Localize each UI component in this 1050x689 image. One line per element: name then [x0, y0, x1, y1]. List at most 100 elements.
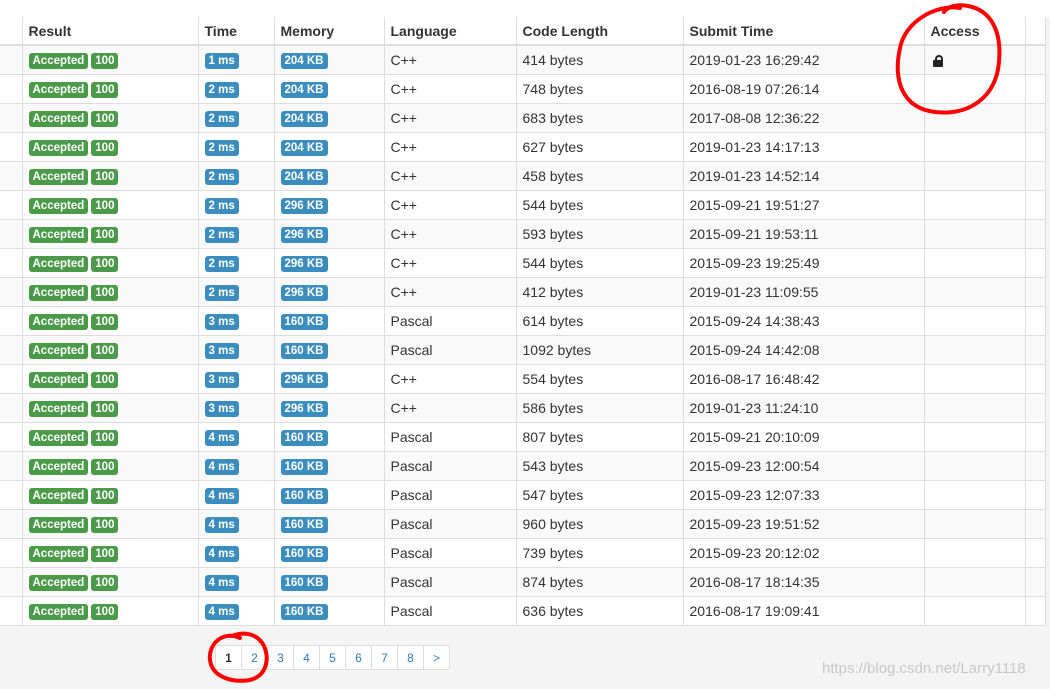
score-label: 100 — [91, 169, 119, 185]
language-cell: Pascal — [384, 596, 517, 626]
result-label[interactable]: Accepted — [28, 372, 89, 388]
result-label[interactable]: Accepted — [28, 604, 89, 620]
row-spacer — [0, 393, 23, 423]
submit-time-cell: 2015-09-23 12:07:33 — [683, 480, 925, 510]
table-row: Accepted 100 4 ms 160 KB Pascal 874 bytes 2016… — [0, 567, 1046, 597]
result-label[interactable]: Accepted — [28, 256, 89, 272]
time-label: 4 ms — [204, 604, 239, 620]
row-spacer-right — [1025, 596, 1046, 626]
access-cell — [924, 248, 1026, 278]
row-spacer — [0, 451, 23, 481]
language-cell: C++ — [384, 277, 517, 307]
header-result[interactable]: Result — [22, 17, 199, 46]
row-spacer — [0, 422, 23, 452]
header-time[interactable]: Time — [198, 17, 275, 46]
header-language[interactable]: Language — [384, 17, 517, 46]
score-label: 100 — [91, 198, 119, 214]
result-label[interactable]: Accepted — [28, 488, 89, 504]
result-label[interactable]: Accepted — [28, 401, 89, 417]
result-label[interactable]: Accepted — [28, 198, 89, 214]
result-label[interactable]: Accepted — [28, 546, 89, 562]
page-button-7[interactable]: 7 — [371, 645, 398, 670]
submit-time-cell: 2015-09-23 19:51:52 — [683, 509, 925, 539]
time-label: 2 ms — [204, 256, 239, 272]
result-cell: Accepted 100 — [22, 567, 199, 597]
row-spacer — [0, 161, 23, 191]
table-row: Accepted 100 2 ms 204 KB C++ 748 bytes 2016-08… — [0, 74, 1046, 104]
result-label[interactable]: Accepted — [28, 517, 89, 533]
row-spacer-right — [1025, 132, 1046, 162]
language-cell: Pascal — [384, 538, 517, 568]
result-label[interactable]: Accepted — [28, 459, 89, 475]
page-button-8[interactable]: 8 — [397, 645, 424, 670]
page-button-4[interactable]: 4 — [293, 645, 320, 670]
header-memory[interactable]: Memory — [274, 17, 385, 46]
submit-time-cell: 2015-09-21 19:53:11 — [683, 219, 925, 249]
lock-icon[interactable] — [932, 54, 943, 68]
result-label[interactable]: Accepted — [28, 575, 89, 591]
table-row: Accepted 100 4 ms 160 KB Pascal 547 bytes 2015… — [0, 480, 1046, 510]
submit-time-cell: 2015-09-21 20:10:09 — [683, 422, 925, 452]
code-length-cell: 748 bytes — [516, 74, 684, 104]
code-length-cell: 458 bytes — [516, 161, 684, 191]
access-cell — [924, 393, 1026, 423]
page-button-6[interactable]: 6 — [345, 645, 372, 670]
memory-label: 204 KB — [280, 82, 328, 98]
next-page-button[interactable]: > — [423, 645, 450, 670]
score-label: 100 — [91, 372, 119, 388]
result-label[interactable]: Accepted — [28, 169, 89, 185]
result-label[interactable]: Accepted — [28, 285, 89, 301]
access-cell — [924, 538, 1026, 568]
table-row: Accepted 100 2 ms 204 KB C++ 627 bytes 2019-01… — [0, 132, 1046, 162]
memory-label: 204 KB — [280, 140, 328, 156]
row-spacer-right — [1025, 190, 1046, 220]
memory-label: 296 KB — [280, 227, 328, 243]
page-button-1[interactable]: 1 — [215, 645, 242, 670]
submit-time-cell: 2015-09-23 12:00:54 — [683, 451, 925, 481]
score-label: 100 — [91, 314, 119, 330]
page-button-2[interactable]: 2 — [241, 645, 268, 670]
time-cell: 3 ms — [198, 306, 275, 336]
submit-time-cell: 2017-08-08 12:36:22 — [683, 103, 925, 133]
row-spacer-right — [1025, 509, 1046, 539]
result-cell: Accepted 100 — [22, 277, 199, 307]
header-submit-time[interactable]: Submit Time — [683, 17, 925, 46]
time-label: 2 ms — [204, 140, 239, 156]
result-label[interactable]: Accepted — [28, 82, 89, 98]
row-spacer-right — [1025, 422, 1046, 452]
page-button-3[interactable]: 3 — [267, 645, 294, 670]
time-cell: 2 ms — [198, 74, 275, 104]
result-label[interactable]: Accepted — [28, 430, 89, 446]
code-length-cell: 554 bytes — [516, 364, 684, 394]
row-spacer — [0, 596, 23, 626]
time-cell: 3 ms — [198, 364, 275, 394]
language-cell: Pascal — [384, 567, 517, 597]
submit-time-cell: 2019-01-23 14:52:14 — [683, 161, 925, 191]
result-label[interactable]: Accepted — [28, 53, 89, 69]
code-length-cell: 739 bytes — [516, 538, 684, 568]
score-label: 100 — [91, 604, 119, 620]
result-label[interactable]: Accepted — [28, 140, 89, 156]
language-cell: Pascal — [384, 335, 517, 365]
code-length-cell: 543 bytes — [516, 451, 684, 481]
score-label: 100 — [91, 488, 119, 504]
row-spacer — [0, 277, 23, 307]
result-cell: Accepted 100 — [22, 480, 199, 510]
time-label: 4 ms — [204, 430, 239, 446]
result-cell: Accepted 100 — [22, 335, 199, 365]
submit-time-cell: 2015-09-21 19:51:27 — [683, 190, 925, 220]
result-cell: Accepted 100 — [22, 393, 199, 423]
submit-time-cell: 2016-08-19 07:26:14 — [683, 74, 925, 104]
result-label[interactable]: Accepted — [28, 227, 89, 243]
result-label[interactable]: Accepted — [28, 343, 89, 359]
code-length-cell: 614 bytes — [516, 306, 684, 336]
status-table: Result Time Memory Language Code Length … — [0, 17, 1046, 626]
memory-cell: 160 KB — [274, 509, 385, 539]
result-label[interactable]: Accepted — [28, 111, 89, 127]
time-label: 2 ms — [204, 227, 239, 243]
access-cell — [924, 567, 1026, 597]
result-label[interactable]: Accepted — [28, 314, 89, 330]
header-code-length[interactable]: Code Length — [516, 17, 684, 46]
page-button-5[interactable]: 5 — [319, 645, 346, 670]
memory-cell: 160 KB — [274, 335, 385, 365]
